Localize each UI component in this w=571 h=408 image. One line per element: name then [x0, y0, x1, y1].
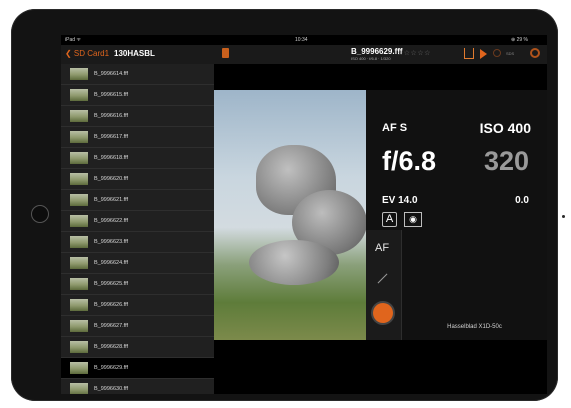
exposure-comp[interactable]: 0.0	[515, 195, 529, 206]
status-bar: iPad ᯤ 10:34 ⊕ 29 %	[61, 35, 547, 45]
camera-control-panel: AF S ISO 400 f/6.8 320 EV 14.0 0.0 A ◉ A…	[366, 90, 547, 340]
file-name: B_9996625.fff	[94, 281, 129, 287]
folder-title: 130HASBL	[114, 49, 155, 58]
rock-shape	[249, 240, 339, 285]
file-row[interactable]: B_9996622.fff	[61, 211, 214, 232]
file-row[interactable]: B_9996623.fff	[61, 232, 214, 253]
file-row[interactable]: B_9996621.fff	[61, 190, 214, 211]
file-thumbnail	[70, 215, 88, 227]
current-filename: B_9996629.fff	[351, 47, 403, 56]
file-row-selected[interactable]: B_9996629.fff	[61, 358, 214, 379]
file-thumbnail	[70, 299, 88, 311]
aperture-value[interactable]: f/6.8	[382, 146, 436, 177]
file-thumbnail	[70, 131, 88, 143]
ipad-bezel: iPad ᯤ 10:34 ⊕ 29 % ❮ SD Card1 130HASBL …	[11, 9, 565, 401]
trash-icon[interactable]	[222, 48, 229, 58]
iso-value[interactable]: ISO 400	[480, 120, 531, 136]
file-thumbnail	[70, 68, 88, 80]
capture-toolbar: AF	[366, 230, 402, 340]
file-thumbnail	[70, 341, 88, 353]
home-button[interactable]	[31, 205, 49, 223]
file-name: B_9996627.fff	[94, 323, 129, 329]
ev-value: EV 14.0	[382, 195, 418, 206]
file-thumbnail	[70, 362, 88, 374]
file-name: B_9996630.fff	[94, 386, 129, 392]
share-icon[interactable]	[464, 48, 474, 59]
file-thumbnail	[70, 278, 88, 290]
file-row[interactable]: B_9996624.fff	[61, 253, 214, 274]
exposure-mode[interactable]: A	[382, 212, 397, 227]
file-thumbnail	[70, 152, 88, 164]
file-list[interactable]: B_9996614.fff B_9996615.fff B_9996616.ff…	[61, 64, 214, 394]
file-row[interactable]: B_9996615.fff	[61, 85, 214, 106]
camera-live-view: Hasselblad X1D-50c	[402, 230, 547, 340]
file-thumbnail	[70, 320, 88, 332]
sync-icon[interactable]	[493, 49, 501, 57]
file-name: B_9996624.fff	[94, 260, 129, 266]
file-row[interactable]: B_9996617.fff	[61, 127, 214, 148]
file-name: B_9996616.fff	[94, 113, 129, 119]
file-name: B_9996622.fff	[94, 218, 129, 224]
file-name: B_9996623.fff	[94, 239, 129, 245]
file-name: B_9996617.fff	[94, 134, 129, 140]
image-viewer[interactable]: AF S ISO 400 f/6.8 320 EV 14.0 0.0 A ◉ A…	[214, 64, 547, 394]
front-camera	[562, 215, 565, 218]
file-thumbnail	[70, 194, 88, 206]
screen: iPad ᯤ 10:34 ⊕ 29 % ❮ SD Card1 130HASBL …	[61, 35, 547, 394]
file-row[interactable]: B_9996618.fff	[61, 148, 214, 169]
camera-name: Hasselblad X1D-50c	[447, 324, 502, 330]
file-row[interactable]: B_9996627.fff	[61, 316, 214, 337]
current-file-meta: ISO 400 · f/6.8 · 1/320	[351, 56, 391, 61]
capture-button[interactable]	[373, 303, 393, 323]
file-name: B_9996620.fff	[94, 176, 129, 182]
file-thumbnail	[70, 89, 88, 101]
back-button[interactable]: ❮ SD Card1	[65, 49, 109, 58]
file-row[interactable]: B_9996620.fff	[61, 169, 214, 190]
status-left: iPad ᯤ	[65, 37, 81, 43]
file-name: B_9996614.fff	[94, 71, 129, 77]
status-battery: ⊕ 29 %	[511, 37, 528, 43]
rating-stars[interactable]: ☆☆☆☆☆	[397, 49, 431, 57]
file-row[interactable]: B_9996628.fff	[61, 337, 214, 358]
file-name: B_9996618.fff	[94, 155, 129, 161]
file-name: B_9996615.fff	[94, 92, 129, 98]
af-button[interactable]: AF	[375, 242, 389, 254]
focus-line-icon[interactable]	[377, 273, 388, 284]
file-thumbnail	[70, 236, 88, 248]
file-thumbnail	[70, 110, 88, 122]
file-row[interactable]: B_9996614.fff	[61, 64, 214, 85]
file-row[interactable]: B_9996630.fff	[61, 379, 214, 394]
play-icon[interactable]	[480, 49, 487, 59]
file-row[interactable]: B_9996626.fff	[61, 295, 214, 316]
shutter-value[interactable]: 320	[484, 146, 529, 177]
file-thumbnail	[70, 383, 88, 394]
metering-icon[interactable]: ◉	[404, 212, 422, 227]
file-name: B_9996626.fff	[94, 302, 129, 308]
file-thumbnail	[70, 173, 88, 185]
af-mode[interactable]: AF S	[382, 122, 407, 134]
file-name: B_9996628.fff	[94, 344, 129, 350]
file-thumbnail	[70, 257, 88, 269]
settings-gear-icon[interactable]	[530, 48, 540, 58]
file-name: B_9996621.fff	[94, 197, 129, 203]
status-time: 10:34	[295, 37, 308, 43]
file-row[interactable]: B_9996625.fff	[61, 274, 214, 295]
file-row[interactable]: B_9996616.fff	[61, 106, 214, 127]
file-name: B_9996629.fff	[94, 365, 129, 371]
app-header: ❮ SD Card1 130HASBL B_9996629.fff ISO 40…	[61, 45, 547, 65]
connection-label: SDS	[506, 51, 515, 56]
